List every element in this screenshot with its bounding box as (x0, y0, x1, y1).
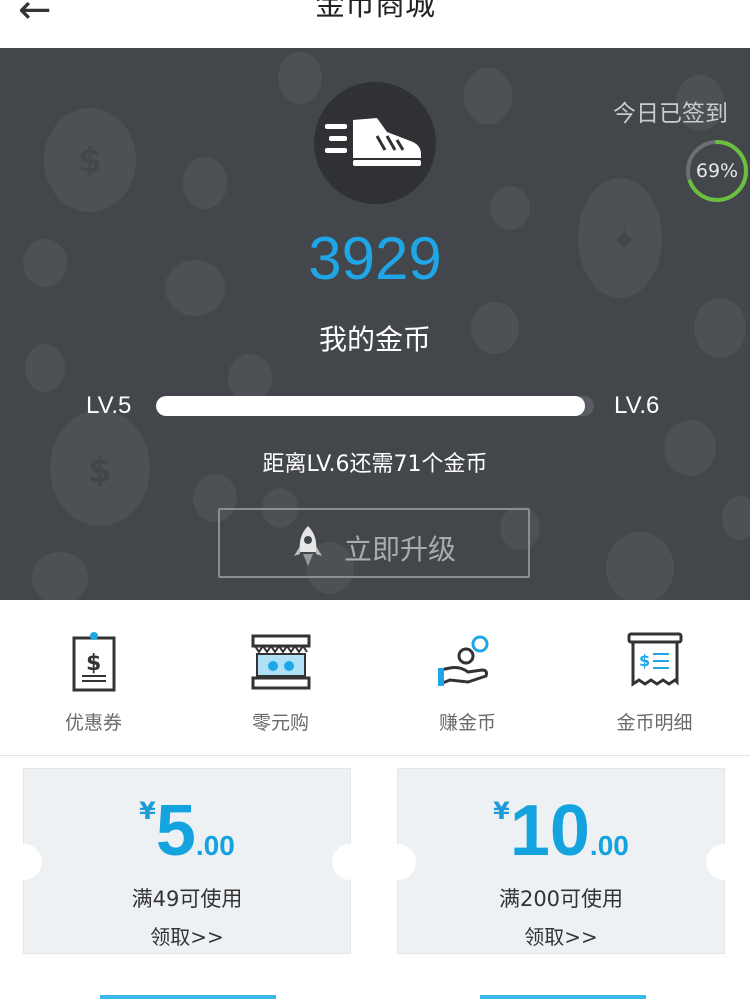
page-title: 金币商城 (315, 0, 435, 23)
top-nav-bar: ← 金币商城 (0, 0, 750, 48)
tab-indicator (480, 995, 646, 999)
shop-stall-icon (251, 634, 311, 690)
claim-coupon-link[interactable]: 领取>> (24, 921, 350, 950)
coin-balance: 3929 (308, 225, 442, 292)
coupon-amount: ¥5.00 (24, 791, 350, 871)
coupon-tag-icon: $ (72, 632, 116, 692)
sneaker-icon (325, 118, 421, 166)
coupon-value: 5 (155, 791, 196, 871)
svg-text:$: $ (639, 651, 650, 670)
menu-item-earn-coins[interactable]: 赚金币 (374, 600, 561, 756)
coupon-card[interactable]: ¥10.00 满200可使用 领取>> (380, 768, 742, 954)
current-level-label: LV.5 (86, 392, 132, 419)
coupon-card[interactable]: ¥5.00 满49可使用 领取>> (6, 768, 368, 954)
claim-coupon-link[interactable]: 领取>> (398, 921, 724, 950)
menu-item-zero-buy[interactable]: 零元购 (187, 600, 374, 756)
coupon-condition: 满200可使用 (498, 887, 624, 911)
coupon-cents: .00 (195, 830, 235, 861)
menu-item-label: 金币明细 (616, 712, 693, 734)
feature-menu: $ 优惠券 零元购 赚金币 $ 金币明细 (0, 600, 750, 756)
coin-summary-panel: $ $ ✦ 今日已签到 69% 3929 我的金币 LV.5 LV.6 距离LV… (0, 48, 750, 600)
hand-coins-icon (438, 635, 489, 687)
coupon-list: ¥5.00 满49可使用 领取>> ¥10.00 满200可使用 领取>> (0, 757, 750, 999)
coupon-condition: 满49可使用 (131, 887, 243, 911)
menu-item-coupons[interactable]: $ 优惠券 (0, 600, 187, 756)
menu-item-label: 赚金币 (438, 712, 496, 734)
level-progress-bar (156, 396, 594, 416)
receipt-icon: $ (627, 632, 683, 687)
rocket-icon (294, 526, 322, 566)
menu-item-label: 零元购 (251, 712, 309, 734)
coupon-cents: .00 (589, 830, 629, 861)
next-level-label: LV.6 (614, 392, 660, 419)
coupon-value: 10 (509, 791, 590, 871)
level-progress-fill (156, 396, 586, 416)
coupon-amount: ¥10.00 (398, 791, 724, 871)
checkin-status-label: 今日已签到 (613, 101, 728, 127)
coins-needed-text: 距离LV.6还需71个金币 (262, 452, 488, 477)
menu-item-coin-details[interactable]: $ 金币明细 (561, 600, 748, 756)
tab-indicator (100, 995, 276, 999)
checkin-progress-text: 69% (695, 160, 739, 182)
svg-text:$: $ (86, 651, 101, 676)
menu-item-label: 优惠券 (64, 712, 122, 734)
currency-symbol: ¥ (139, 797, 156, 825)
svg-text:$: $ (78, 141, 102, 181)
upgrade-button-label: 立即升级 (344, 533, 457, 566)
currency-symbol: ¥ (493, 797, 510, 825)
user-avatar (314, 82, 436, 204)
coin-balance-label: 我的金币 (318, 323, 431, 356)
upgrade-button[interactable]: 立即升级 (218, 508, 530, 578)
